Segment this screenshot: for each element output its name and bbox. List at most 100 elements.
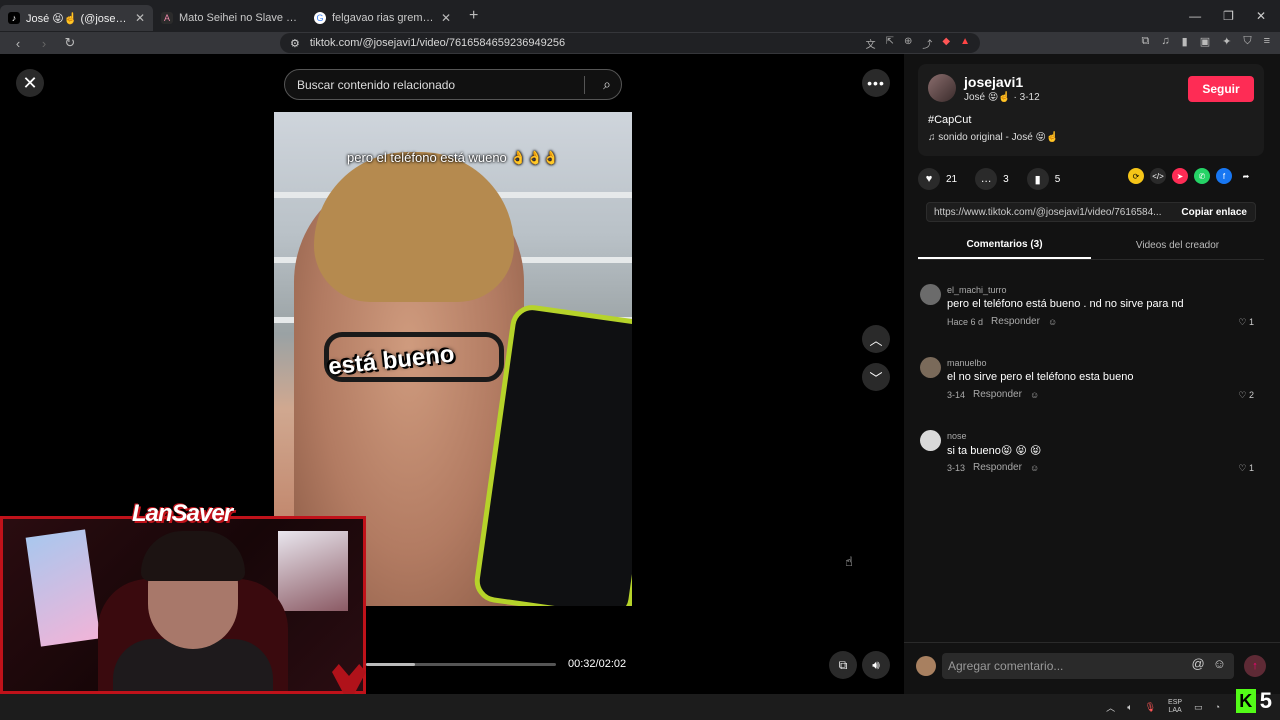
- details-panel: josejavi1 José 😝☝️ · 3-12 Seguir #CapCut…: [904, 54, 1280, 694]
- more-options-button[interactable]: •••: [862, 69, 890, 97]
- comment-icon: …: [975, 168, 998, 190]
- lang-top: ESP: [1168, 699, 1183, 706]
- send-icon[interactable]: ➤: [1172, 168, 1188, 184]
- facebook-icon[interactable]: f: [1216, 168, 1232, 184]
- emoji-icon[interactable]: ☺: [1213, 656, 1226, 671]
- tiktok-page: ✕ Buscar contenido relacionado ⌕ ••• per…: [0, 54, 1280, 704]
- mention-icon[interactable]: @: [1192, 656, 1205, 671]
- media-icon[interactable]: ♫: [1161, 35, 1169, 48]
- creator-avatar[interactable]: [928, 74, 956, 102]
- vpn-icon[interactable]: ⛉: [1243, 35, 1251, 48]
- comment-meta: 3-13 Responder ☺: [947, 462, 1039, 473]
- comment-action[interactable]: … 3: [975, 168, 1009, 190]
- speaker-icon[interactable]: 🔈︎: [1127, 702, 1132, 713]
- send-comment-button[interactable]: ↑: [1244, 655, 1266, 677]
- comment-like[interactable]: ♡ 1: [1238, 463, 1254, 474]
- new-tab-button[interactable]: +: [469, 7, 478, 25]
- emoji-react-icon[interactable]: ☺: [1048, 317, 1057, 327]
- display-icon[interactable]: ▭: [1194, 702, 1203, 713]
- video-caption-top: pero el teléfono está wueno 👌👌👌: [347, 150, 559, 165]
- reply-button[interactable]: Responder: [973, 389, 1022, 400]
- share-icon[interactable]: ⤴: [922, 36, 932, 51]
- tab-title: felgavao rias gremory - Buscar con G: [332, 12, 435, 24]
- commenter-username[interactable]: nose: [947, 431, 967, 441]
- zoom-icon[interactable]: ⊕: [904, 36, 912, 51]
- reply-button[interactable]: Responder: [973, 462, 1022, 473]
- commenter-username[interactable]: el_machi_turro: [947, 285, 1007, 295]
- heart-outline-icon: ♡: [1238, 463, 1247, 473]
- maximize-icon[interactable]: ❐: [1223, 9, 1234, 23]
- translate-icon[interactable]: 文: [866, 36, 876, 51]
- reply-button[interactable]: Responder: [991, 316, 1040, 327]
- system-tray: ︿ 🔈︎ 🎙︎ ESP LAA ▭ ◔: [1106, 699, 1220, 715]
- comment-like[interactable]: ♡ 2: [1238, 390, 1254, 401]
- tab-creator-videos[interactable]: Videos del creador: [1091, 232, 1264, 259]
- emoji-react-icon[interactable]: ☺: [1030, 463, 1039, 473]
- panel-tabs: Comentarios (3) Videos del creador: [918, 232, 1264, 260]
- share-link-text[interactable]: https://www.tiktok.com/@josejavi1/video/…: [927, 207, 1173, 218]
- commenter-avatar[interactable]: [920, 284, 941, 305]
- copy-link-button[interactable]: Copiar enlace: [1173, 207, 1255, 218]
- url-text: tiktok.com/@josejavi1/video/761658465923…: [309, 37, 566, 49]
- open-external-icon[interactable]: ⇱: [886, 36, 894, 51]
- creator-username[interactable]: josejavi1: [964, 74, 1023, 90]
- url-field[interactable]: ⚙ tiktok.com/@josejavi1/video/7616584659…: [280, 33, 980, 53]
- music-link[interactable]: ♫ sonido original - José 😝☝️: [928, 132, 1058, 143]
- search-placeholder: Buscar contenido relacionado: [297, 77, 456, 92]
- whatsapp-icon[interactable]: ✆: [1194, 168, 1210, 184]
- screenshot-icon[interactable]: ⧉: [1142, 35, 1150, 48]
- comment-input[interactable]: Agregar comentario... @ ☺: [942, 653, 1234, 679]
- hashtag-link[interactable]: #CapCut: [928, 114, 971, 126]
- volume-button[interactable]: 🔊︎: [862, 651, 890, 679]
- ai-icon[interactable]: ✦: [1222, 35, 1231, 48]
- sidebar-icon[interactable]: ▮: [1182, 35, 1188, 48]
- repost-icon[interactable]: ⟳: [1128, 168, 1144, 184]
- minimize-icon[interactable]: —: [1189, 9, 1201, 23]
- brave-shield-icon[interactable]: ◆: [942, 36, 950, 51]
- commenter-username[interactable]: manuelbo: [947, 358, 987, 368]
- browser-tab-bar: ♪ José 😝☝️ (@josejavi1) | TikT ✕ A Mato …: [0, 0, 1280, 32]
- kick-logo-icon: K: [1235, 689, 1256, 713]
- video-progress-bar[interactable]: [366, 663, 556, 666]
- language-indicator[interactable]: ESP LAA: [1168, 699, 1182, 715]
- commenter-avatar[interactable]: [920, 357, 941, 378]
- tray-expand-icon[interactable]: ︿: [1106, 701, 1115, 714]
- wallet-icon[interactable]: ▣: [1200, 35, 1210, 48]
- comment-like[interactable]: ♡ 1: [1238, 317, 1254, 328]
- mini-player-button[interactable]: ⧉: [829, 651, 857, 679]
- close-window-icon[interactable]: ✕: [1256, 9, 1266, 23]
- rewards-icon[interactable]: ▲: [960, 36, 970, 51]
- mic-icon[interactable]: 🎙︎: [1145, 702, 1156, 713]
- browser-tab-google[interactable]: G felgavao rias gremory - Buscar con G ✕: [306, 5, 459, 31]
- close-video-button[interactable]: ✕: [16, 69, 44, 97]
- close-tab-icon[interactable]: ✕: [441, 11, 451, 25]
- creator-card: josejavi1 José 😝☝️ · 3-12 Seguir #CapCut…: [918, 64, 1264, 156]
- lang-bottom: LAA: [1168, 707, 1182, 714]
- browser-tab-anime[interactable]: A Mato Seihei no Slave Episodio 8 Sub: [153, 5, 306, 31]
- heart-outline-icon: ♡: [1238, 390, 1247, 400]
- bookmark-icon: ▮: [1026, 168, 1049, 190]
- streamer-logo: LanSaver: [132, 500, 233, 527]
- follow-button[interactable]: Seguir: [1188, 76, 1254, 102]
- tab-comments[interactable]: Comentarios (3): [918, 232, 1091, 259]
- next-video-button[interactable]: ﹀: [862, 363, 890, 391]
- emoji-react-icon[interactable]: ☺: [1030, 390, 1039, 400]
- like-action[interactable]: ♥ 21: [918, 168, 957, 190]
- comment-item: manuelbo el no sirve pero el teléfono es…: [918, 352, 1264, 425]
- back-icon[interactable]: ‹: [10, 36, 26, 51]
- forward-icon[interactable]: ›: [36, 36, 52, 51]
- related-search-input[interactable]: Buscar contenido relacionado ⌕: [284, 69, 622, 100]
- save-action[interactable]: ▮ 5: [1026, 168, 1060, 190]
- commenter-avatar[interactable]: [920, 430, 941, 451]
- heart-outline-icon: ♡: [1238, 317, 1247, 327]
- browser-tab-tiktok[interactable]: ♪ José 😝☝️ (@josejavi1) | TikT ✕: [0, 5, 153, 31]
- embed-icon[interactable]: </>: [1150, 168, 1166, 184]
- close-tab-icon[interactable]: ✕: [135, 11, 145, 25]
- menu-icon[interactable]: ≡: [1264, 35, 1270, 48]
- reload-icon[interactable]: ↻: [62, 35, 78, 51]
- site-info-icon[interactable]: ⚙: [290, 37, 300, 50]
- search-icon[interactable]: ⌕: [603, 76, 611, 93]
- previous-video-button[interactable]: ︿: [862, 325, 890, 353]
- wifi-icon[interactable]: ◔: [1215, 702, 1220, 712]
- share-arrow-icon[interactable]: ➦: [1238, 168, 1254, 184]
